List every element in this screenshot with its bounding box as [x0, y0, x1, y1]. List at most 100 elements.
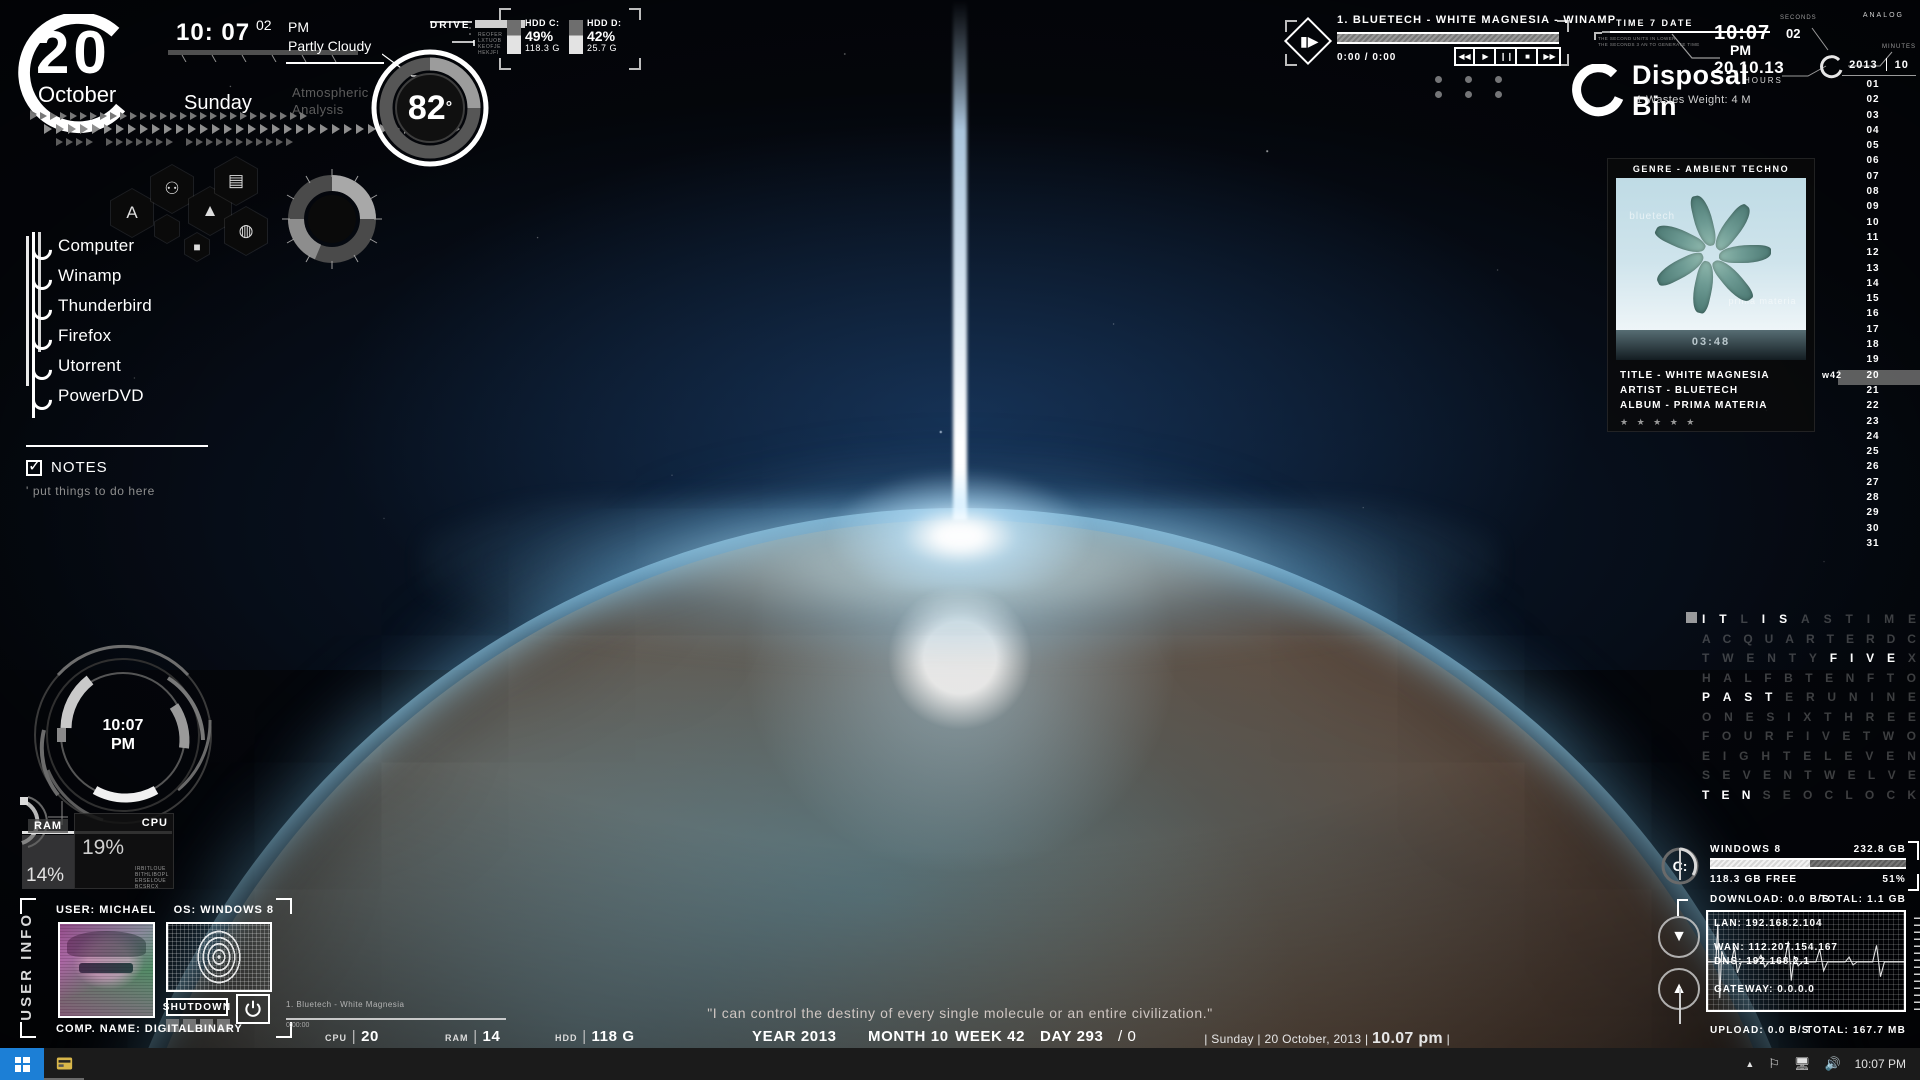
calendar-day[interactable]: 15	[1838, 293, 1920, 308]
start-button[interactable]	[0, 1048, 44, 1080]
calendar-day-number: 17	[1866, 323, 1880, 335]
word-clock-letter: P	[1702, 690, 1711, 704]
calendar-day-today[interactable]: w4220Sun	[1822, 369, 1920, 385]
app-launcher-list[interactable]: Computer Winamp Thunderbird Firefox Utor…	[24, 232, 254, 418]
calendar-day[interactable]: 13	[1838, 263, 1920, 278]
download-rate: DOWNLOAD: 0.0 B/S	[1710, 894, 1830, 905]
calendar-day[interactable]: 14	[1838, 278, 1920, 293]
calendar-day[interactable]: 24	[1838, 431, 1920, 446]
calendar-day[interactable]: 01	[1838, 79, 1920, 94]
windows-taskbar[interactable]: ▲ ⚐ 🖥 🔊 10:07 PM	[0, 1048, 1920, 1080]
winamp-progress-bar[interactable]	[1337, 32, 1559, 44]
calendar-day-number: 13	[1866, 262, 1880, 274]
calendar-day-number: 15	[1866, 293, 1880, 305]
calendar-day[interactable]: 18	[1838, 339, 1920, 354]
bottom-cpu-value: 20	[361, 1028, 379, 1045]
winamp-next-button[interactable]: ▶▶	[1540, 49, 1559, 64]
calendar-day[interactable]: 31	[1838, 538, 1920, 553]
bottom-year: YEAR 2013	[752, 1028, 837, 1045]
disposal-bin-subtitle: 1 Wastes Weight: 4 M	[1636, 94, 1751, 106]
word-clock-letter: L	[1867, 768, 1876, 782]
winamp-stop-button[interactable]: ■	[1519, 49, 1538, 64]
word-clock-letter: H	[1844, 709, 1853, 724]
calendar-day[interactable]: 12	[1838, 247, 1920, 262]
notes-widget[interactable]: NOTES ' put things to do here	[26, 445, 226, 498]
calendar-day[interactable]: 28	[1838, 492, 1920, 507]
hex-gamepad-icon[interactable]: ⚇	[150, 164, 194, 214]
calendar-day[interactable]: 27	[1838, 477, 1920, 492]
calendar-day[interactable]: 19	[1838, 354, 1920, 369]
network-icon[interactable]: 🖥	[1794, 1056, 1811, 1072]
calendar-header: 2013 10	[1838, 58, 1920, 71]
album-rating-stars[interactable]: ★ ★ ★ ★ ★	[1608, 413, 1814, 428]
calendar-day[interactable]: 25	[1838, 446, 1920, 461]
word-clock-letter: C	[1907, 631, 1916, 646]
mini-player-progress[interactable]	[286, 1018, 506, 1020]
calendar-day-number: 29	[1866, 507, 1880, 519]
corner-bracket	[629, 58, 641, 70]
taskbar-tray[interactable]: ▲ ⚐ 🖥 🔊 10:07 PM	[1745, 1056, 1920, 1072]
launcher-item-utorrent[interactable]: Utorrent	[24, 355, 254, 386]
winamp-transport-controls[interactable]: ◀◀ ▶ ❙❙ ■ ▶▶	[1454, 47, 1561, 66]
calendar-day[interactable]: 05	[1838, 140, 1920, 155]
launcher-item-computer[interactable]: Computer	[24, 235, 254, 266]
fingerprint-scanner[interactable]	[166, 922, 272, 992]
network-flag-icon[interactable]: ⚐	[1768, 1056, 1780, 1072]
launcher-item-powerdvd[interactable]: PowerDVD	[24, 385, 254, 416]
calendar-day-list[interactable]: 01 02 03 04 05 06 07 08 09 10 11 12 13 14 15 16 17 18 19 w4…	[1822, 79, 1920, 553]
indicator-dot	[1495, 76, 1502, 83]
notes-body-text[interactable]: ' put things to do here	[26, 484, 226, 498]
ram-meter: RAM 14%	[22, 819, 74, 889]
os-label: OS: WINDOWS 8	[173, 904, 274, 916]
word-clock-letter: T	[1886, 670, 1895, 685]
calendar-day[interactable]: 06	[1838, 155, 1920, 170]
launcher-item-thunderbird[interactable]: Thunderbird	[24, 295, 254, 326]
album-album-line: ALBUM - PRIMA MATERIA	[1620, 400, 1768, 411]
winamp-pause-button[interactable]: ❙❙	[1498, 49, 1517, 64]
calendar-day[interactable]: 26	[1838, 461, 1920, 476]
launcher-bullet-icon	[27, 235, 57, 265]
winamp-player-bar[interactable]: ▮▶ 1. BLUETECH - WHITE MAGNESIA - WINAMP…	[1283, 14, 1615, 98]
calendar-day[interactable]: 11	[1838, 232, 1920, 247]
word-clock-letter: O	[1803, 787, 1813, 802]
drive-usage-bar	[1710, 858, 1906, 869]
calendar-day[interactable]: 09	[1838, 201, 1920, 216]
word-clock-letter: I	[1761, 612, 1766, 626]
taskbar-clock[interactable]: 10:07 PM	[1855, 1057, 1906, 1071]
word-clock-letter: C	[1824, 787, 1834, 802]
calendar-day[interactable]: 17	[1838, 324, 1920, 339]
calendar-day[interactable]: 08	[1838, 186, 1920, 201]
cpu-meter: CPU 19% IRBITLOUE BITHLIBOPL ERSELOUE BCSRC…	[74, 813, 174, 890]
bottom-cpu-label: CPU	[325, 1033, 348, 1043]
hex-letter-a-icon[interactable]: A	[110, 188, 154, 238]
calendar-day[interactable]: 29	[1838, 507, 1920, 522]
calendar-day-number: 08	[1866, 186, 1880, 198]
calendar-day[interactable]: 10	[1838, 217, 1920, 232]
calendar-day[interactable]: 03	[1838, 110, 1920, 125]
calendar-day[interactable]: 21	[1838, 385, 1920, 400]
winamp-prev-button[interactable]: ◀◀	[1456, 49, 1475, 64]
word-clock-letter: R	[1805, 690, 1815, 704]
launcher-bullet-icon	[27, 325, 57, 355]
calendar-day[interactable]: 22	[1838, 400, 1920, 415]
calendar-day[interactable]: 04	[1838, 125, 1920, 140]
calendar-day[interactable]: 07	[1838, 171, 1920, 186]
calendar-day[interactable]: 02	[1838, 94, 1920, 109]
disposal-bin-widget[interactable]: Disposal Bin 1 Wastes Weight: 4 M	[1570, 60, 1800, 122]
avatar-sunglasses	[78, 962, 133, 973]
calendar-day[interactable]: 23	[1838, 416, 1920, 431]
winamp-play-button[interactable]: ▶	[1477, 49, 1496, 64]
calendar-day[interactable]: 16	[1838, 308, 1920, 323]
launcher-item-winamp[interactable]: Winamp	[24, 265, 254, 296]
drive-letter-label: C:	[1672, 858, 1688, 874]
word-clock-letter: O	[1702, 709, 1712, 724]
show-hidden-icons-button[interactable]: ▲	[1745, 1059, 1754, 1069]
word-clock-letter: K	[1907, 787, 1916, 802]
volume-icon[interactable]: 🔊	[1824, 1056, 1840, 1072]
taskbar-app-winamp[interactable]	[44, 1048, 84, 1080]
word-clock-letter: L	[1824, 748, 1832, 763]
hex-glyph: ▲	[201, 201, 219, 220]
word-clock-row: TWENTYFIVEX	[1684, 651, 1916, 671]
calendar-day[interactable]: 30	[1838, 523, 1920, 538]
launcher-item-firefox[interactable]: Firefox	[24, 325, 254, 356]
